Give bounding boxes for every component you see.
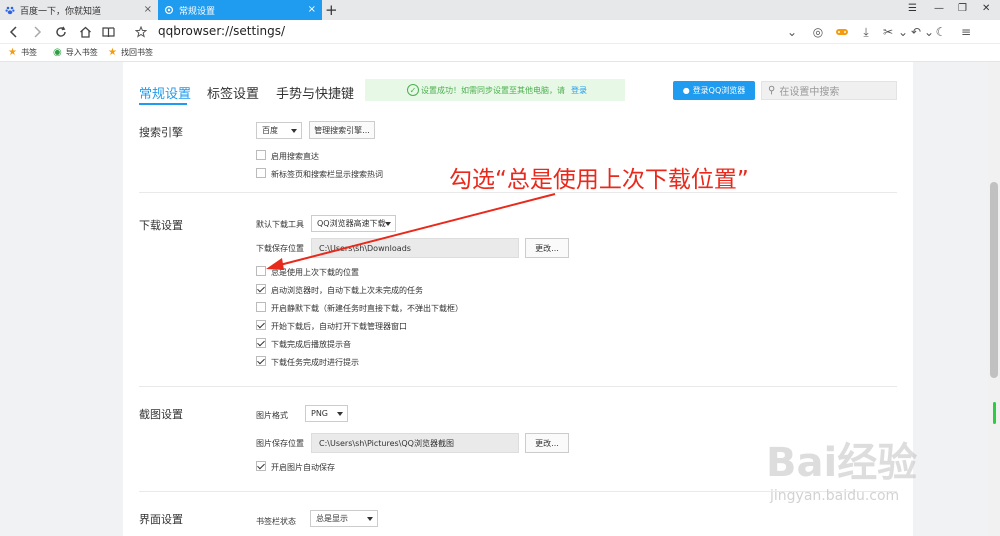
tab-settings[interactable]: 常规设置 × [158, 0, 322, 20]
search-engine-title: 搜索引擎 [139, 126, 183, 139]
import-icon: ◉ [53, 46, 62, 58]
active-tab-underline [139, 103, 187, 105]
play-sound-checkbox[interactable] [256, 338, 266, 348]
url-text[interactable]: qqbrowser://settings/ [158, 24, 285, 38]
section-divider [139, 386, 897, 387]
auto-resume-downloads-checkbox[interactable] [256, 284, 266, 294]
tab-baidu[interactable]: 百度一下，你就知道 × [0, 0, 158, 20]
star-icon: ★ [8, 46, 17, 58]
checkbox-label: 启动浏览器时，自动下载上次未完成的任务 [271, 286, 423, 295]
star-favorite-icon[interactable] [132, 23, 150, 41]
silent-download-checkbox[interactable] [256, 302, 266, 312]
manage-search-engine-button[interactable]: 管理搜索引擎... [309, 121, 375, 139]
tab-gesture-shortcuts[interactable]: 手势与快捷键 [276, 83, 354, 102]
checkbox-label: 开启静默下载（新建任务时直接下载，不弹出下载框） [271, 304, 463, 313]
image-format-label: 图片格式 [256, 411, 288, 420]
checkbox-label: 开启图片自动保存 [271, 463, 335, 472]
download-tool-select[interactable]: QQ浏览器高速下载 [311, 215, 396, 232]
home-icon[interactable] [76, 23, 94, 41]
download-path-label: 下载保存位置 [256, 244, 304, 253]
bookmark-bar-state-label: 书签栏状态 [256, 517, 296, 526]
chevron-down-icon[interactable]: ⌄ [784, 24, 800, 40]
chevron-down-icon [291, 129, 297, 133]
tab-general-settings[interactable]: 常规设置 [139, 83, 191, 102]
bookmarks-bar: ★ 书签 ◉ 导入书签 ★ 找回书签 [0, 44, 1000, 62]
recover-bookmarks-button[interactable]: ★ 找回书签 [108, 47, 153, 58]
menu-icon[interactable]: ≡ [958, 24, 974, 40]
search-icon: ⚲ [768, 85, 776, 96]
forward-icon[interactable] [28, 23, 46, 41]
back-icon[interactable] [5, 23, 23, 41]
checkbox-label: 启用搜索直达 [271, 152, 319, 161]
chevron-down-icon [385, 222, 391, 226]
image-format-select[interactable]: PNG [305, 405, 348, 422]
checkbox-label: 新标签页和搜索栏显示搜索热词 [271, 170, 383, 179]
settings-search-input[interactable]: ⚲ 在设置中搜索 [761, 81, 897, 100]
change-download-path-button[interactable]: 更改... [525, 238, 569, 258]
scroll-thumb[interactable] [990, 182, 998, 378]
tab-strip: 百度一下，你就知道 × 常规设置 × + ☰ — ❐ ✕ [0, 0, 1000, 20]
refresh-icon[interactable] [52, 23, 70, 41]
new-tab-icon[interactable]: + [325, 1, 338, 19]
annotation-text: 勾选“总是使用上次下载位置” [449, 167, 749, 193]
bookmark-bar-state-select[interactable]: 总是显示 [310, 510, 378, 527]
close-window-icon[interactable]: ✕ [982, 3, 990, 14]
scroll-indicator [993, 402, 996, 424]
checkbox-label: 开始下载后，自动打开下载管理器窗口 [271, 322, 407, 331]
maximize-icon[interactable]: ❐ [958, 3, 967, 14]
watermark-url: jingyan.baidu.com [770, 488, 900, 504]
import-bookmarks-button[interactable]: ◉ 导入书签 [53, 47, 98, 58]
login-link[interactable]: 登录 [571, 85, 587, 96]
download-icon[interactable]: ⤓ [858, 24, 874, 40]
download-path-field: C:\Users\sh\Downloads [311, 238, 519, 258]
close-tab-icon[interactable]: × [308, 4, 316, 16]
open-download-manager-checkbox[interactable] [256, 320, 266, 330]
checkbox-label: 下载任务完成时进行提示 [271, 358, 359, 367]
change-image-path-button[interactable]: 更改... [525, 433, 569, 453]
auto-save-image-checkbox[interactable] [256, 461, 266, 471]
close-tab-icon[interactable]: × [144, 4, 152, 16]
night-mode-icon[interactable]: ☾ [933, 24, 949, 40]
chevron-down-icon [337, 412, 343, 416]
download-complete-notify-checkbox[interactable] [256, 356, 266, 366]
watermark-logo: Bai经验 [766, 440, 918, 486]
gear-icon [164, 5, 174, 15]
image-path-label: 图片保存位置 [256, 439, 304, 448]
show-hot-search-checkbox[interactable] [256, 168, 266, 178]
interface-settings-title: 界面设置 [139, 513, 183, 526]
scrollbar[interactable] [988, 62, 1000, 536]
tab-title: 常规设置 [179, 6, 216, 17]
address-bar: qqbrowser://settings/ ⌄ ◎ ⤓ ✂ ⌄ ↶ ⌄ ☾ ≡ [0, 20, 1000, 44]
search-engine-select[interactable]: 百度 [256, 122, 302, 139]
checkbox-label: 下载完成后播放提示音 [271, 340, 351, 349]
download-tool-label: 默认下载工具 [256, 220, 304, 229]
enable-search-direct-checkbox[interactable] [256, 150, 266, 160]
download-settings-title: 下载设置 [139, 219, 183, 232]
checkbox-label: 总是使用上次下载的位置 [271, 268, 359, 277]
game-controller-icon[interactable] [834, 24, 850, 40]
bookmarks-button[interactable]: ★ 书签 [8, 47, 37, 58]
baidu-paw-icon [5, 5, 15, 15]
success-banner: ✓ 设置成功！如需同步设置至其他电脑，请 登录 [365, 79, 625, 101]
qq-penguin-icon: ● [682, 86, 690, 95]
star-icon: ★ [108, 46, 117, 58]
security-icon[interactable]: ◎ [810, 24, 826, 40]
menu-lines-icon[interactable]: ☰ [908, 3, 917, 14]
screenshot-settings-title: 截图设置 [139, 408, 183, 421]
always-use-last-location-checkbox[interactable] [256, 266, 266, 276]
minimize-icon[interactable]: — [934, 3, 944, 14]
image-path-field: C:\Users\sh\Pictures\QQ浏览器截图 [311, 433, 519, 453]
login-qq-browser-button[interactable]: ● 登录QQ浏览器 [673, 81, 755, 100]
scissors-icon[interactable]: ✂ [880, 24, 896, 40]
chevron-down-icon [367, 517, 373, 521]
tab-title: 百度一下，你就知道 [20, 6, 102, 17]
tab-tab-settings[interactable]: 标签设置 [207, 83, 259, 102]
reading-book-icon[interactable] [99, 23, 117, 41]
check-circle-icon: ✓ [407, 84, 419, 96]
